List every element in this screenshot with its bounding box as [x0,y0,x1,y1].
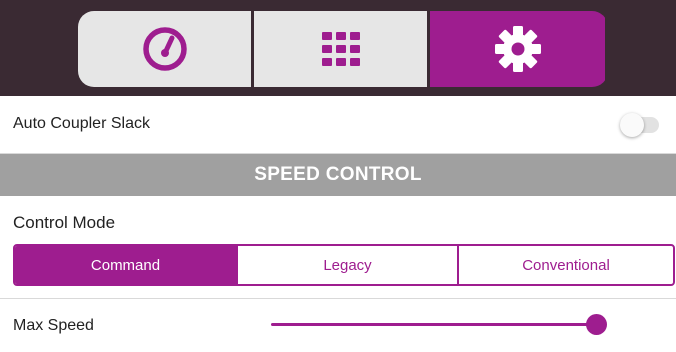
gear-icon [494,26,541,72]
tab-speedometer[interactable] [78,11,254,87]
tab-bar [78,11,608,87]
divider [0,298,676,299]
auto-coupler-slack-row: Auto Coupler Slack [0,96,676,154]
speedometer-icon [142,27,187,71]
control-mode-command-button[interactable]: Command [15,246,236,284]
max-speed-slider-track[interactable] [271,323,597,326]
control-mode-segmented-control: Command Legacy Conventional [13,244,675,286]
section-header-speed-control: SPEED CONTROL [0,154,676,196]
control-mode-conventional-button[interactable]: Conventional [457,246,673,284]
tab-settings[interactable] [430,11,605,87]
max-speed-label: Max Speed [13,317,94,334]
control-mode-legacy-button[interactable]: Legacy [236,246,457,284]
toggle-knob[interactable] [620,113,644,137]
control-mode-label: Control Mode [13,213,116,232]
auto-coupler-slack-label: Auto Coupler Slack [13,115,150,132]
tab-grid[interactable] [254,11,430,87]
max-speed-slider-thumb[interactable] [586,314,607,335]
top-navigation-bar [0,0,676,96]
grid-icon [321,32,360,66]
